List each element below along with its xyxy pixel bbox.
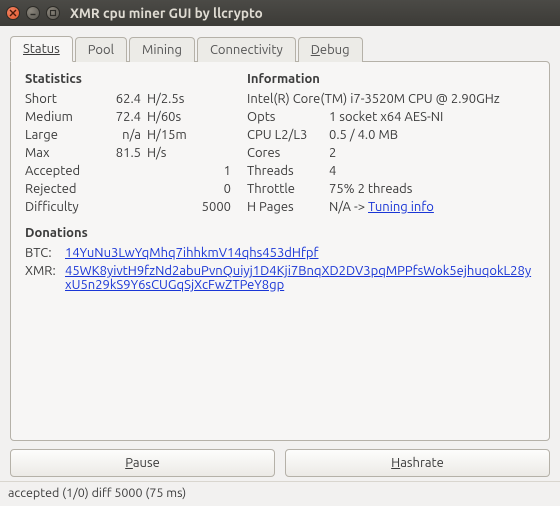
hashrate-button[interactable]: Hashrate bbox=[285, 449, 550, 477]
donations-heading: Donations bbox=[25, 226, 535, 240]
stat-max: Max 81.5 H/s bbox=[25, 144, 235, 162]
tab-status[interactable]: Status bbox=[10, 36, 73, 62]
donation-xmr: XMR: 45WK8yivtH9fzNd2abuPvnQuiyj1D4Kji7B… bbox=[25, 262, 535, 294]
stat-large: Large n/a H/15m bbox=[25, 126, 235, 144]
btc-address-link[interactable]: 14YuNu3LwYqMhq7ihhkmV14qhs453dHfpf bbox=[65, 246, 318, 260]
stat-difficulty: Difficulty 5000 bbox=[25, 198, 235, 216]
info-heading: Information bbox=[247, 72, 535, 86]
tab-debug[interactable]: Debug bbox=[298, 37, 363, 62]
info-hpages: H Pages N/A -> Tuning info bbox=[247, 198, 535, 216]
tab-pool[interactable]: Pool bbox=[75, 37, 127, 62]
tab-connectivity[interactable]: Connectivity bbox=[197, 37, 296, 62]
stat-short: Short 62.4 H/2.5s bbox=[25, 90, 235, 108]
tuning-info-link[interactable]: Tuning info bbox=[368, 200, 434, 214]
info-opts: Opts 1 socket x64 AES-NI bbox=[247, 108, 535, 126]
pause-button[interactable]: Pause bbox=[10, 449, 275, 477]
status-panel: Statistics Short 62.4 H/2.5s Medium 72.4… bbox=[10, 61, 550, 441]
tab-mining[interactable]: Mining bbox=[129, 37, 195, 62]
info-cores: Cores 2 bbox=[247, 144, 535, 162]
info-cache: CPU L2/L3 0.5 / 4.0 MB bbox=[247, 126, 535, 144]
donation-btc: BTC: 14YuNu3LwYqMhq7ihhkmV14qhs453dHfpf bbox=[25, 244, 535, 262]
window-title: XMR cpu miner GUI by llcrypto bbox=[70, 5, 263, 21]
stats-heading: Statistics bbox=[25, 72, 235, 86]
close-icon[interactable] bbox=[6, 6, 20, 20]
stat-medium: Medium 72.4 H/60s bbox=[25, 108, 235, 126]
xmr-address-link[interactable]: 45WK8yivtH9fzNd2abuPvnQuiyj1D4Kji7BnqXD2… bbox=[65, 264, 531, 292]
info-cpu: Intel(R) Core(TM) i7-3520M CPU @ 2.90GHz bbox=[247, 90, 535, 108]
titlebar: XMR cpu miner GUI by llcrypto bbox=[0, 0, 560, 26]
info-threads: Threads 4 bbox=[247, 162, 535, 180]
stat-accepted: Accepted 1 bbox=[25, 162, 235, 180]
tab-bar: Status Pool Mining Connectivity Debug bbox=[10, 36, 550, 62]
maximize-icon[interactable] bbox=[46, 6, 60, 20]
minimize-icon[interactable] bbox=[26, 6, 40, 20]
info-throttle: Throttle 75% 2 threads bbox=[247, 180, 535, 198]
status-bar: accepted (1/0) diff 5000 (75 ms) bbox=[0, 481, 560, 504]
stat-rejected: Rejected 0 bbox=[25, 180, 235, 198]
